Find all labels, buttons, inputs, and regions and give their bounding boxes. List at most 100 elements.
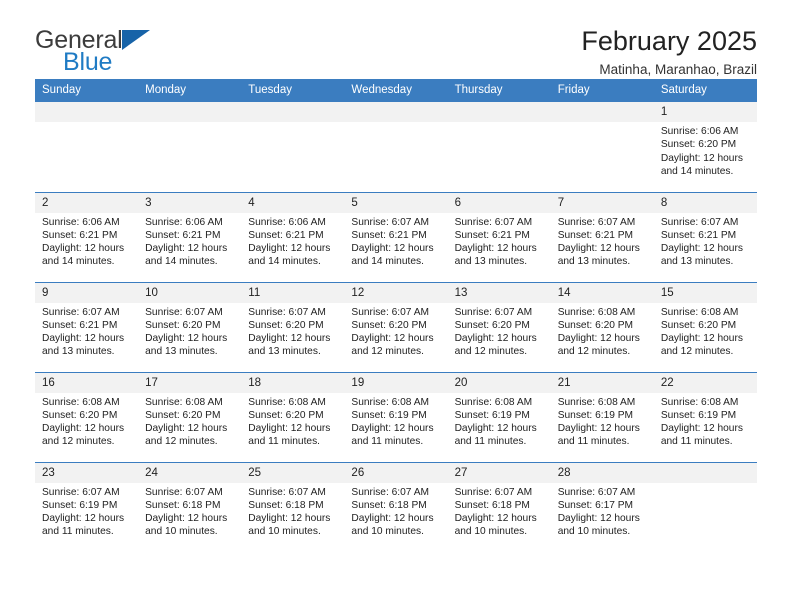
calendar-day-cell[interactable]: 19 Sunrise: 6:08 AM Sunset: 6:19 PM Dayligh… bbox=[344, 371, 448, 462]
day-number: 11 bbox=[241, 282, 345, 303]
calendar-day-cell[interactable]: 26 Sunrise: 6:07 AM Sunset: 6:18 PM Dayligh… bbox=[344, 461, 448, 552]
calendar-day-cell[interactable]: 10 Sunrise: 6:07 AM Sunset: 6:20 PM Dayligh… bbox=[138, 281, 242, 372]
sunset-text: Sunset: 6:20 PM bbox=[660, 139, 737, 151]
day-details: Sunrise: 6:07 AM Sunset: 6:21 PM Daylight:… bbox=[551, 213, 654, 269]
daylight-text-line1: Daylight: 12 hours bbox=[454, 333, 537, 345]
daylight-text-line1: Daylight: 12 hours bbox=[248, 243, 331, 255]
daylight-text-line1: Daylight: 12 hours bbox=[248, 333, 331, 345]
calendar-day-cell[interactable]: 5 Sunrise: 6:07 AM Sunset: 6:21 PM Daylight… bbox=[344, 191, 448, 282]
title-block: February 2025 Matinha, Maranhao, Brazil bbox=[581, 26, 757, 77]
calendar-day-cell[interactable]: 25 Sunrise: 6:07 AM Sunset: 6:18 PM Dayligh… bbox=[241, 461, 345, 552]
daylight-text-line2: and 14 minutes. bbox=[660, 165, 734, 177]
daylight-text-line2: and 11 minutes. bbox=[351, 436, 424, 448]
day-number bbox=[344, 102, 448, 122]
sunset-text: Sunset: 6:20 PM bbox=[248, 319, 324, 331]
daylight-text-line2: and 12 minutes. bbox=[42, 436, 115, 448]
calendar-day-cell[interactable]: 20 Sunrise: 6:08 AM Sunset: 6:19 PM Dayligh… bbox=[447, 371, 551, 462]
calendar-day-cell[interactable]: 16 Sunrise: 6:08 AM Sunset: 6:20 PM Dayligh… bbox=[35, 371, 139, 462]
calendar-day-cell[interactable]: 18 Sunrise: 6:08 AM Sunset: 6:20 PM Dayligh… bbox=[241, 371, 345, 462]
calendar-day-cell[interactable]: 14 Sunrise: 6:08 AM Sunset: 6:20 PM Dayligh… bbox=[550, 281, 654, 372]
daylight-text-line1: Daylight: 12 hours bbox=[42, 243, 125, 255]
day-number: 8 bbox=[653, 192, 757, 213]
daylight-text-line2: and 13 minutes. bbox=[248, 346, 321, 358]
daylight-text-line2: and 12 minutes. bbox=[454, 346, 528, 358]
day-details: Sunrise: 6:07 AM Sunset: 6:21 PM Daylight:… bbox=[35, 303, 138, 359]
sunset-text: Sunset: 6:20 PM bbox=[145, 319, 221, 331]
sunset-text: Sunset: 6:21 PM bbox=[248, 229, 324, 241]
day-number bbox=[550, 102, 654, 122]
sunset-text: Sunset: 6:18 PM bbox=[351, 499, 427, 511]
calendar-day-cell[interactable]: 22 Sunrise: 6:08 AM Sunset: 6:19 PM Dayligh… bbox=[653, 371, 757, 462]
daylight-text-line2: and 12 minutes. bbox=[660, 346, 734, 358]
sunrise-text: Sunrise: 6:08 AM bbox=[42, 396, 120, 408]
day-number bbox=[138, 102, 242, 122]
calendar-day-cell[interactable]: 2 Sunrise: 6:06 AM Sunset: 6:21 PM Daylight… bbox=[35, 191, 139, 282]
sunrise-text: Sunrise: 6:07 AM bbox=[557, 216, 636, 228]
sunrise-text: Sunrise: 6:07 AM bbox=[145, 486, 223, 498]
daylight-text-line1: Daylight: 12 hours bbox=[42, 513, 125, 525]
sunrise-text: Sunrise: 6:07 AM bbox=[42, 306, 120, 318]
sunset-text: Sunset: 6:20 PM bbox=[248, 409, 324, 421]
sunrise-text: Sunrise: 6:08 AM bbox=[660, 306, 739, 318]
calendar-day-cell[interactable]: 7 Sunrise: 6:07 AM Sunset: 6:21 PM Daylight… bbox=[550, 191, 654, 282]
daylight-text-line1: Daylight: 12 hours bbox=[145, 423, 228, 435]
daylight-text-line1: Daylight: 12 hours bbox=[351, 243, 434, 255]
calendar-day-cell[interactable]: 27 Sunrise: 6:07 AM Sunset: 6:18 PM Dayligh… bbox=[447, 461, 551, 552]
logo-triangle-icon bbox=[122, 30, 150, 50]
daylight-text-line2: and 13 minutes. bbox=[557, 256, 631, 268]
general-blue-logo[interactable]: General Blue bbox=[35, 26, 165, 78]
sunset-text: Sunset: 6:18 PM bbox=[454, 499, 530, 511]
daylight-text-line1: Daylight: 12 hours bbox=[351, 333, 434, 345]
sunset-text: Sunset: 6:21 PM bbox=[145, 229, 221, 241]
weekday-header: Sunday Monday Tuesday Wednesday Thursday Frid… bbox=[35, 79, 757, 102]
sunset-text: Sunset: 6:21 PM bbox=[557, 229, 634, 241]
day-details: Sunrise: 6:08 AM Sunset: 6:20 PM Daylight:… bbox=[138, 393, 241, 449]
calendar-day-cell[interactable]: 3 Sunrise: 6:06 AM Sunset: 6:21 PM Daylight… bbox=[138, 191, 242, 282]
sunrise-text: Sunrise: 6:07 AM bbox=[454, 486, 533, 498]
day-details: Sunrise: 6:06 AM Sunset: 6:21 PM Daylight:… bbox=[138, 213, 241, 269]
daylight-text-line2: and 10 minutes. bbox=[351, 526, 424, 538]
daylight-text-line2: and 10 minutes. bbox=[145, 526, 218, 538]
sunset-text: Sunset: 6:20 PM bbox=[660, 319, 737, 331]
masthead: General Blue February 2025 Matinha, Mara… bbox=[35, 0, 757, 77]
sunset-text: Sunset: 6:17 PM bbox=[557, 499, 634, 511]
day-details: Sunrise: 6:07 AM Sunset: 6:18 PM Daylight:… bbox=[138, 483, 241, 539]
calendar-day-cell[interactable]: 21 Sunrise: 6:08 AM Sunset: 6:19 PM Dayligh… bbox=[550, 371, 654, 462]
calendar-day-cell[interactable]: 6 Sunrise: 6:07 AM Sunset: 6:21 PM Daylight… bbox=[447, 191, 551, 282]
day-details: Sunrise: 6:06 AM Sunset: 6:21 PM Daylight:… bbox=[241, 213, 344, 269]
calendar-day-cell[interactable]: 8 Sunrise: 6:07 AM Sunset: 6:21 PM Daylight… bbox=[653, 191, 757, 282]
day-details: Sunrise: 6:07 AM Sunset: 6:21 PM Daylight:… bbox=[654, 213, 757, 269]
day-number: 26 bbox=[344, 462, 448, 483]
sunset-text: Sunset: 6:19 PM bbox=[660, 409, 737, 421]
sunrise-text: Sunrise: 6:08 AM bbox=[557, 396, 636, 408]
calendar-day-cell[interactable]: 28 Sunrise: 6:07 AM Sunset: 6:17 PM Dayligh… bbox=[550, 461, 654, 552]
day-number: 14 bbox=[550, 282, 654, 303]
daylight-text-line2: and 10 minutes. bbox=[454, 526, 528, 538]
day-details: Sunrise: 6:08 AM Sunset: 6:20 PM Daylight:… bbox=[241, 393, 344, 449]
calendar-day-cell[interactable]: 23 Sunrise: 6:07 AM Sunset: 6:19 PM Dayligh… bbox=[35, 461, 139, 552]
calendar-day-cell[interactable]: 4 Sunrise: 6:06 AM Sunset: 6:21 PM Daylight… bbox=[241, 191, 345, 282]
sunset-text: Sunset: 6:21 PM bbox=[660, 229, 737, 241]
calendar-day-cell[interactable]: 24 Sunrise: 6:07 AM Sunset: 6:18 PM Dayligh… bbox=[138, 461, 242, 552]
day-details: Sunrise: 6:06 AM Sunset: 6:20 PM Daylight:… bbox=[654, 122, 757, 178]
weekday-header-wednesday: Wednesday bbox=[344, 79, 448, 102]
daylight-text-line2: and 13 minutes. bbox=[42, 346, 115, 358]
day-number: 10 bbox=[138, 282, 242, 303]
calendar-day-cell[interactable]: 9 Sunrise: 6:07 AM Sunset: 6:21 PM Daylight… bbox=[35, 281, 139, 372]
calendar-day-cell[interactable]: 13 Sunrise: 6:07 AM Sunset: 6:20 PM Dayligh… bbox=[447, 281, 551, 372]
sunrise-text: Sunrise: 6:08 AM bbox=[454, 396, 533, 408]
daylight-text-line1: Daylight: 12 hours bbox=[660, 423, 743, 435]
day-number: 16 bbox=[35, 372, 139, 393]
daylight-text-line2: and 11 minutes. bbox=[248, 436, 321, 448]
calendar-day-cell[interactable]: 17 Sunrise: 6:08 AM Sunset: 6:20 PM Dayligh… bbox=[138, 371, 242, 462]
sunrise-text: Sunrise: 6:08 AM bbox=[248, 396, 326, 408]
day-number: 6 bbox=[447, 192, 551, 213]
calendar-day-cell[interactable]: 11 Sunrise: 6:07 AM Sunset: 6:20 PM Dayligh… bbox=[241, 281, 345, 372]
calendar-day-cell[interactable]: 1 Sunrise: 6:06 AM Sunset: 6:20 PM Daylight… bbox=[653, 102, 757, 192]
calendar-day-cell[interactable]: 15 Sunrise: 6:08 AM Sunset: 6:20 PM Dayligh… bbox=[653, 281, 757, 372]
day-number: 3 bbox=[138, 192, 242, 213]
daylight-text-line1: Daylight: 12 hours bbox=[248, 423, 331, 435]
day-number: 18 bbox=[241, 372, 345, 393]
day-details: Sunrise: 6:07 AM Sunset: 6:21 PM Daylight:… bbox=[344, 213, 447, 269]
calendar-day-cell[interactable]: 12 Sunrise: 6:07 AM Sunset: 6:20 PM Dayligh… bbox=[344, 281, 448, 372]
